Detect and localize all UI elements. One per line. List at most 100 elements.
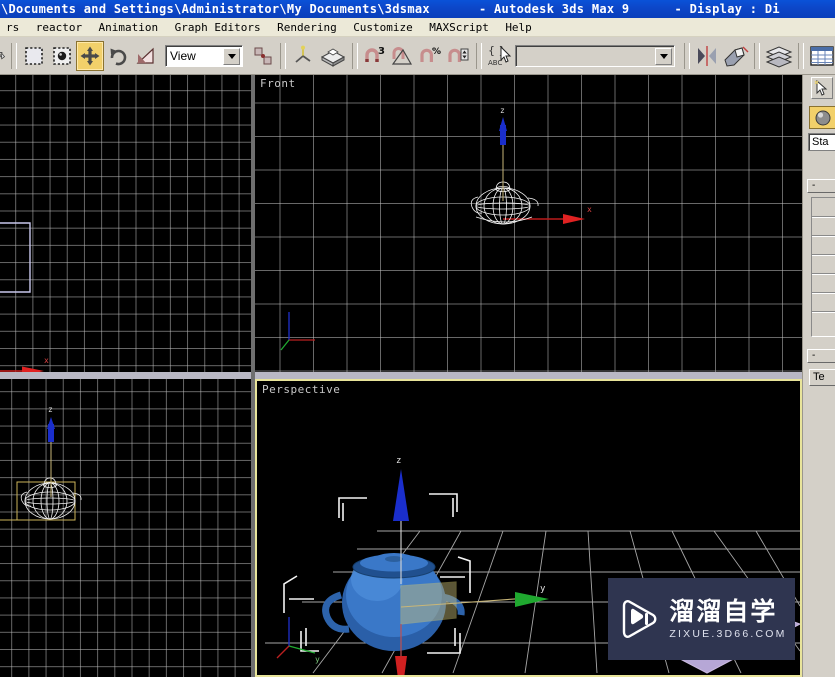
toolbar-separator — [684, 42, 690, 69]
svg-text:z: z — [396, 456, 401, 466]
menu-item-graph-editors[interactable]: Graph Editors — [169, 18, 267, 36]
toolbar-separator — [11, 42, 17, 69]
menu-item-animation[interactable]: Animation — [93, 18, 165, 36]
selection-rectangle-icon — [25, 46, 43, 65]
select-and-move-button[interactable] — [76, 40, 104, 71]
angle-snap-icon — [391, 46, 413, 65]
svg-text:z: z — [48, 405, 53, 414]
menu-item-maxscript[interactable]: MAXScript — [423, 18, 495, 36]
object-type-rollout[interactable]: - — [807, 179, 835, 193]
layers-stack-icon — [765, 45, 793, 68]
abc-selection-sets-icon: { } ABC — [488, 44, 512, 67]
viewport-divider-horizontal-left[interactable] — [0, 372, 251, 379]
viewport-left[interactable]: z — [0, 379, 251, 677]
svg-text:%: % — [432, 47, 441, 57]
svg-text:3: 3 — [378, 46, 385, 57]
mirror-flip-icon — [698, 45, 716, 66]
viewport-front-scene: x z — [280, 106, 592, 351]
title-document-path: \Documents and Settings\Administrator\My… — [1, 2, 430, 16]
mirror-button[interactable] — [317, 41, 349, 71]
object-category-value: Sta — [812, 136, 829, 148]
spinner-snap-toggle-button[interactable] — [445, 41, 473, 71]
chevron-down-icon[interactable] — [223, 47, 240, 65]
title-application-name: - Autodesk 3ds Max 9 — [478, 2, 630, 16]
geometry-button[interactable] — [809, 106, 835, 129]
teapot-button-label: Te — [813, 371, 825, 383]
viewport-divider-horizontal-right[interactable] — [255, 372, 802, 379]
name-and-color-rollout[interactable]: - — [807, 349, 835, 363]
angle-snap-toggle-button[interactable] — [389, 41, 417, 71]
toolbar-separator — [352, 42, 358, 69]
select-region-button[interactable] — [20, 41, 48, 71]
layer-manager-button[interactable] — [763, 41, 795, 71]
reference-coordinate-value: View — [170, 48, 196, 63]
create-tab[interactable] — [811, 77, 833, 99]
menu-item-reactor[interactable]: reactor — [30, 18, 88, 36]
menu-item-modifiers[interactable]: rs — [0, 18, 25, 36]
menu-bar: rs reactor Animation Graph Editors Rende… — [0, 18, 835, 37]
pivot-center-icon — [254, 47, 272, 64]
teapot-wireframe — [470, 181, 539, 225]
svg-text:ABC: ABC — [488, 59, 502, 67]
undo-button[interactable] — [0, 41, 8, 71]
svg-text:z: z — [500, 106, 505, 115]
viewport-left-scene: z — [0, 405, 82, 521]
x-axis-gizmo: x — [0, 356, 49, 372]
main-toolbar: View 3 % {} ABC — [0, 37, 835, 75]
arrow-cursor-icon — [814, 80, 828, 96]
use-pivot-point-center-button[interactable] — [249, 41, 277, 71]
select-object-icon — [53, 46, 71, 65]
align-eraser-icon — [724, 46, 749, 67]
menu-item-customize[interactable]: Customize — [347, 18, 419, 36]
viewport-perspective-label: Perspective — [262, 383, 341, 396]
menu-item-rendering[interactable]: Rendering — [271, 18, 343, 36]
title-display-driver: - Display : Di — [674, 2, 780, 16]
named-selection-set-combo[interactable] — [515, 44, 675, 67]
svg-text:y: y — [315, 655, 320, 664]
object-type-button-group — [811, 197, 835, 337]
align-selected-button[interactable] — [721, 41, 751, 71]
select-and-scale-button[interactable] — [132, 41, 160, 71]
snaps-toggle-button[interactable]: 3 — [361, 41, 389, 71]
watermark-overlay: 溜溜自学 ZIXUE.3D66.COM — [608, 578, 795, 660]
sphere-icon — [815, 110, 830, 125]
object-category-dropdown[interactable]: Sta — [808, 133, 835, 151]
svg-text:y: y — [540, 584, 546, 594]
curve-editor-button[interactable] — [807, 41, 835, 71]
play-button-icon — [623, 600, 657, 638]
name-and-color-rollout-toggle: - — [812, 350, 816, 361]
spinner-snap-icon — [448, 48, 469, 62]
mirror-selected-objects-button[interactable] — [693, 41, 721, 71]
scale-box-icon — [136, 47, 154, 64]
axis-tripod: y — [276, 617, 320, 664]
use-selection-center-button[interactable] — [289, 41, 317, 71]
toolbar-separator — [476, 42, 482, 69]
svg-text:x: x — [44, 356, 49, 365]
move-gizmo-icon — [80, 46, 100, 65]
toolbar-separator — [798, 42, 804, 69]
percent-snap-icon: % — [420, 47, 441, 62]
menu-item-help[interactable]: Help — [499, 18, 538, 36]
watermark-title: 溜溜自学 — [669, 596, 778, 626]
viewport-top[interactable]: x — [0, 75, 251, 372]
viewport-front[interactable]: x z Front — [255, 75, 802, 372]
viewport-top-scene: x — [0, 222, 49, 372]
rotate-arrow-icon — [110, 48, 127, 65]
watermark-url: ZIXUE.3D66.COM — [669, 627, 787, 640]
axis-tripod — [280, 312, 315, 351]
chevron-down-icon[interactable] — [655, 47, 672, 65]
snap-magnet-3-icon: 3 — [365, 46, 385, 62]
axis-tripod-icon — [295, 45, 311, 63]
window-title-bar: \Documents and Settings\Administrator\My… — [0, 0, 835, 18]
named-selection-sets-button[interactable]: { } ABC — [485, 41, 515, 71]
command-panel: Sta - - Te — [802, 75, 835, 677]
object-type-rollout-toggle: - — [812, 180, 816, 191]
curve-editor-grid-icon — [810, 45, 834, 66]
teapot-button[interactable]: Te — [809, 369, 835, 386]
viewport-front-label: Front — [260, 77, 296, 90]
percent-snap-toggle-button[interactable]: % — [417, 41, 445, 71]
reference-coordinate-system-dropdown[interactable]: View — [165, 44, 243, 67]
select-and-rotate-button[interactable] — [104, 41, 132, 71]
toolbar-separator — [280, 42, 286, 69]
select-by-name-button[interactable] — [48, 41, 76, 71]
